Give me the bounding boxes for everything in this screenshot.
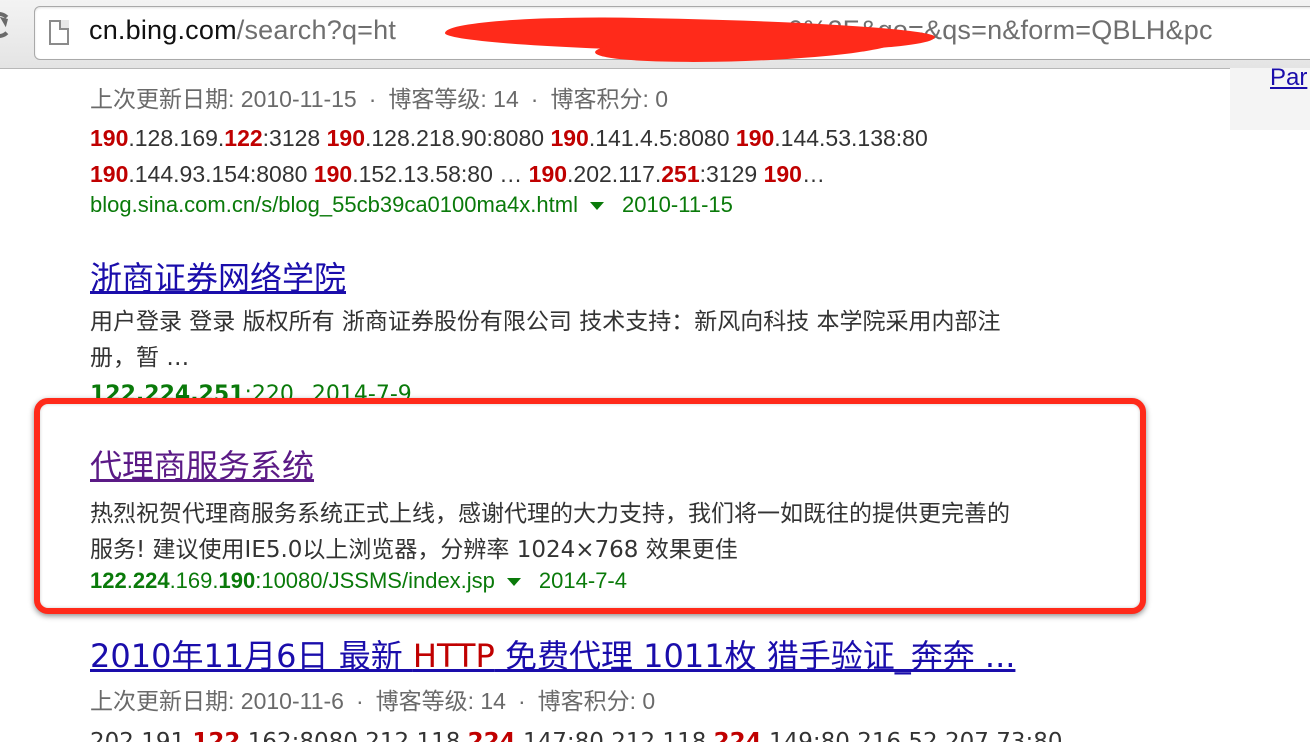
result-snippet-line: 册，暂 … (90, 345, 190, 371)
url-host: cn.bing.com (89, 15, 237, 45)
search-result: 上次更新日期: 2010-11-15 · 博客等级: 14 · 博客积分: 0 190.… (90, 80, 1150, 218)
page-icon (49, 20, 69, 45)
result-snippet-line: 用户登录 登录 版权所有 浙商证券股份有限公司 技术支持：新风向科技 本学院采用… (90, 309, 1001, 335)
result-snippet-line: 服务! 建议使用IE5.0以上浏览器，分辨率 1024×768 效果更佳 (90, 537, 738, 563)
hit-term: 190 (313, 161, 353, 187)
result-url[interactable]: 122.224.169.190:10080/JSSMS/index.jsp 201… (90, 568, 1150, 594)
hit-term: 122 (224, 125, 263, 151)
address-bar[interactable]: cn.bing.com/search?q=ht 0%2F&go=&qs=n&for… (34, 6, 1310, 67)
dropdown-caret-icon[interactable] (506, 578, 521, 587)
result-snippet-line: 190.128.169.122:3128 190.128.218.90:8080… (90, 120, 1150, 156)
snippet-text: .128.218.90:8080 (365, 125, 551, 151)
hit-term: 251 (661, 161, 700, 187)
hit-term: 190 (550, 125, 589, 151)
result-meta: 上次更新日期: 2010-11-6 · 博客等级: 14 · 博客积分: 0 (90, 688, 656, 714)
snippet-text: .162:8080 212.118. (240, 729, 468, 742)
snippet-text: .147:80 212.118. (515, 729, 714, 742)
dropdown-caret-icon[interactable] (589, 202, 604, 211)
url-path-start: /search?q=ht (236, 15, 397, 45)
search-result: 2010年11月6日 最新 HTTP 免费代理 1011枚 猎手验证_奔奔 ..… (90, 634, 1150, 716)
result-title-link[interactable]: 2010年11月6日 最新 HTTP 免费代理 1011枚 猎手验证_奔奔 ..… (90, 637, 1015, 675)
snippet-text: :3128 (262, 125, 327, 151)
snippet-text: .149:80 216.52.207.73:80 (761, 729, 1063, 742)
meta-updated: 上次更新日期: 2010-11-6 (90, 688, 344, 714)
snippet-text: .144.53.138:80 (774, 125, 928, 151)
search-result: 代理商服务系统 热烈祝贺代理商服务系统正式上线，感谢代理的大力支持，我们将一如既… (90, 444, 1150, 594)
hit-term: 190 (735, 125, 775, 151)
sidebar-link[interactable]: Par (1270, 64, 1307, 92)
hit-term: 190 (326, 125, 365, 151)
search-result: 浙商证券网络学院 用户登录 登录 版权所有 浙商证券股份有限公司 技术支持：新风… (90, 256, 1150, 376)
result-snippet-clipped: 202.191.122.162:8080 212.118.224.147:80 … (90, 727, 1090, 742)
hit-term: 190 (763, 161, 802, 187)
hit-term: 122 (192, 729, 241, 742)
snippet-text: .144.93.154:8080 (128, 161, 314, 187)
snippet-text: :3129 (699, 161, 764, 187)
hit-term: 224 (713, 729, 762, 742)
result-url-clipped: 122.224.251:220 2014-7-9 (90, 382, 412, 400)
result-url[interactable]: blog.sina.com.cn/s/blog_55cb39ca0100ma4x… (90, 192, 1150, 218)
meta-level: 博客等级: 14 (375, 688, 506, 714)
snippet-text: .128.169. (128, 125, 225, 151)
snippet-text: 202.191. (90, 729, 193, 742)
snippet-text: .152.13.58:80 … (352, 161, 529, 187)
reload-icon[interactable] (0, 12, 12, 38)
snippet-text: .202.117. (567, 161, 662, 187)
hit-term: 190 (90, 125, 129, 151)
snippet-text: … (801, 161, 825, 187)
meta-score: 博客积分: 0 (550, 86, 669, 112)
result-meta: 上次更新日期: 2010-11-15 · 博客等级: 14 · 博客积分: 0 (90, 86, 669, 112)
hit-term: 190 (90, 161, 129, 187)
hit-term: 224 (467, 729, 516, 742)
snippet-text: .141.4.5:8080 (588, 125, 736, 151)
meta-level: 博客等级: 14 (388, 86, 519, 112)
result-snippet-line: 热烈祝贺代理商服务系统正式上线，感谢代理的大力支持，我们将一如既往的提供更完善的 (90, 501, 1010, 527)
result-title-link[interactable]: 代理商服务系统 (90, 447, 314, 485)
result-title-link[interactable]: 浙商证券网络学院 (90, 259, 346, 297)
result-snippet-line: 190.144.93.154:8080 190.152.13.58:80 … 1… (90, 156, 1150, 192)
browser-toolbar: cn.bing.com/search?q=ht 0%2F&go=&qs=n&for… (0, 0, 1310, 69)
meta-score: 博客积分: 0 (537, 688, 656, 714)
hit-term: 190 (528, 161, 568, 187)
meta-updated: 上次更新日期: 2010-11-15 (90, 86, 357, 112)
